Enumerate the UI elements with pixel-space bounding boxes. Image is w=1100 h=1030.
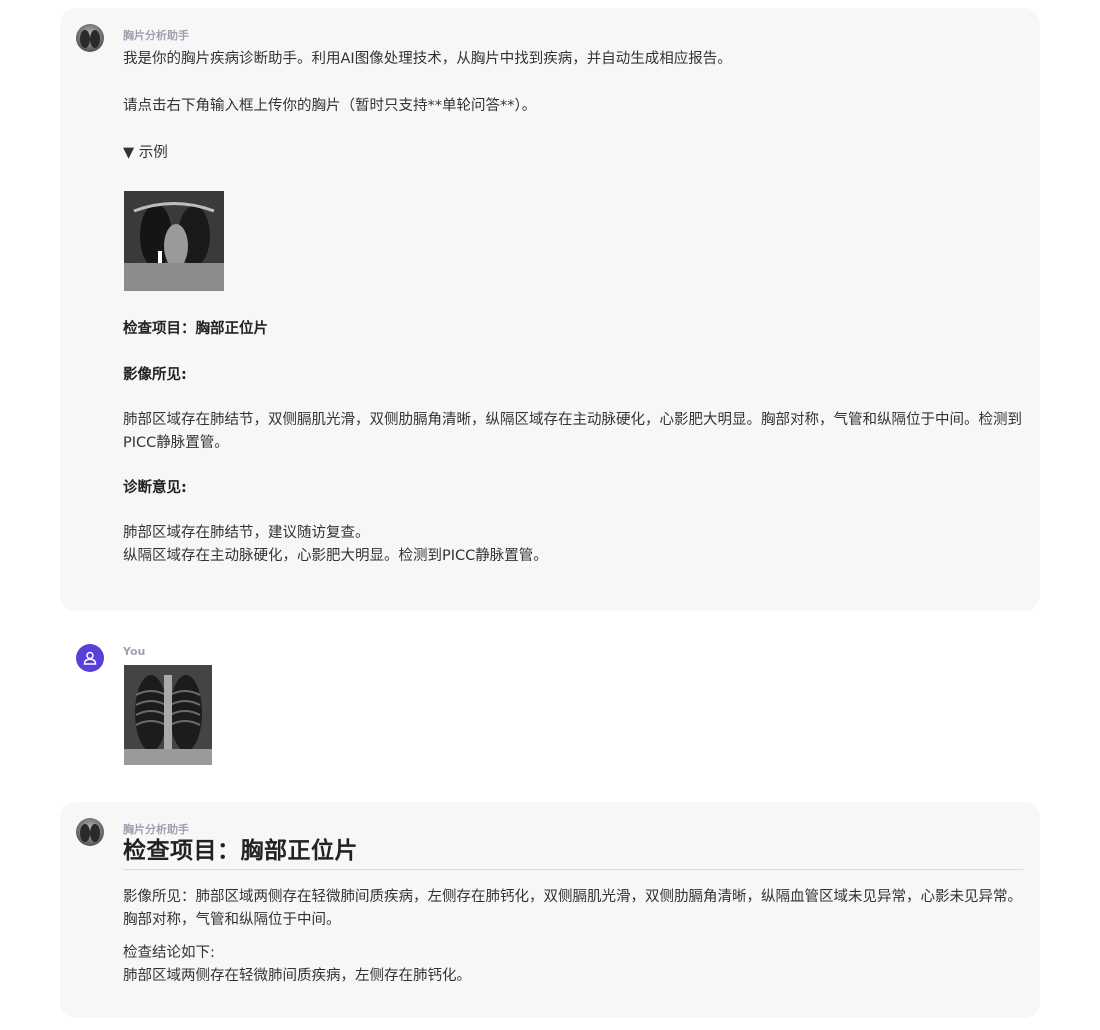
user-name: You [123, 645, 146, 658]
example-xray-image[interactable] [124, 191, 224, 291]
diagnosis-line-1: 肺部区域存在肺结节，建议随访复查。 [123, 525, 370, 541]
findings-text: 肺部区域存在肺结节，双侧膈肌光滑，双侧肋膈角清晰，纵隔区域存在主动脉硬化，心影肥… [123, 412, 1022, 451]
report-divider [123, 869, 1023, 870]
assistant-avatar [76, 818, 104, 846]
intro-text: 我是你的胸片疾病诊断助手。利用AI图像处理技术，从胸片中找到疾病，并自动生成相应… [123, 51, 732, 67]
user-icon [83, 651, 97, 665]
upload-instruction: 请点击右下角输入框上传你的胸片（暂时只支持**单轮问答**）。 [123, 98, 537, 114]
example-toggle[interactable]: ▼ 示例 [123, 142, 1023, 165]
diagnosis-line-2: 纵隔区域存在主动脉硬化，心影肥大明显。检测到PICC静脉置管。 [123, 548, 548, 564]
user-message: You [60, 628, 1040, 778]
findings-label: 影像所见: [123, 367, 187, 383]
user-avatar [76, 644, 104, 672]
report-title: 检查项目：胸部正位片 [123, 838, 358, 864]
exam-item-heading: 检查项目：胸部正位片 [123, 321, 268, 337]
uploaded-xray-image[interactable] [124, 665, 212, 765]
report-conclusion-label: 检查结论如下: [123, 945, 215, 961]
diagnosis-label: 诊断意见: [123, 480, 187, 496]
assistant-message-report: 胸片分析助手 检查项目：胸部正位片 影像所见：肺部区域两侧存在轻微肺间质疾病，左… [60, 802, 1040, 1018]
report-conclusion-text: 肺部区域两侧存在轻微肺间质疾病，左侧存在肺钙化。 [123, 968, 471, 984]
assistant-message-intro: 胸片分析助手 我是你的胸片疾病诊断助手。利用AI图像处理技术，从胸片中找到疾病，… [60, 8, 1040, 611]
assistant-avatar [76, 24, 104, 52]
assistant-name: 胸片分析助手 [123, 29, 189, 42]
report-findings: 影像所见：肺部区域两侧存在轻微肺间质疾病，左侧存在肺钙化，双侧膈肌光滑，双侧肋膈… [123, 889, 1022, 928]
assistant-name: 胸片分析助手 [123, 823, 189, 836]
